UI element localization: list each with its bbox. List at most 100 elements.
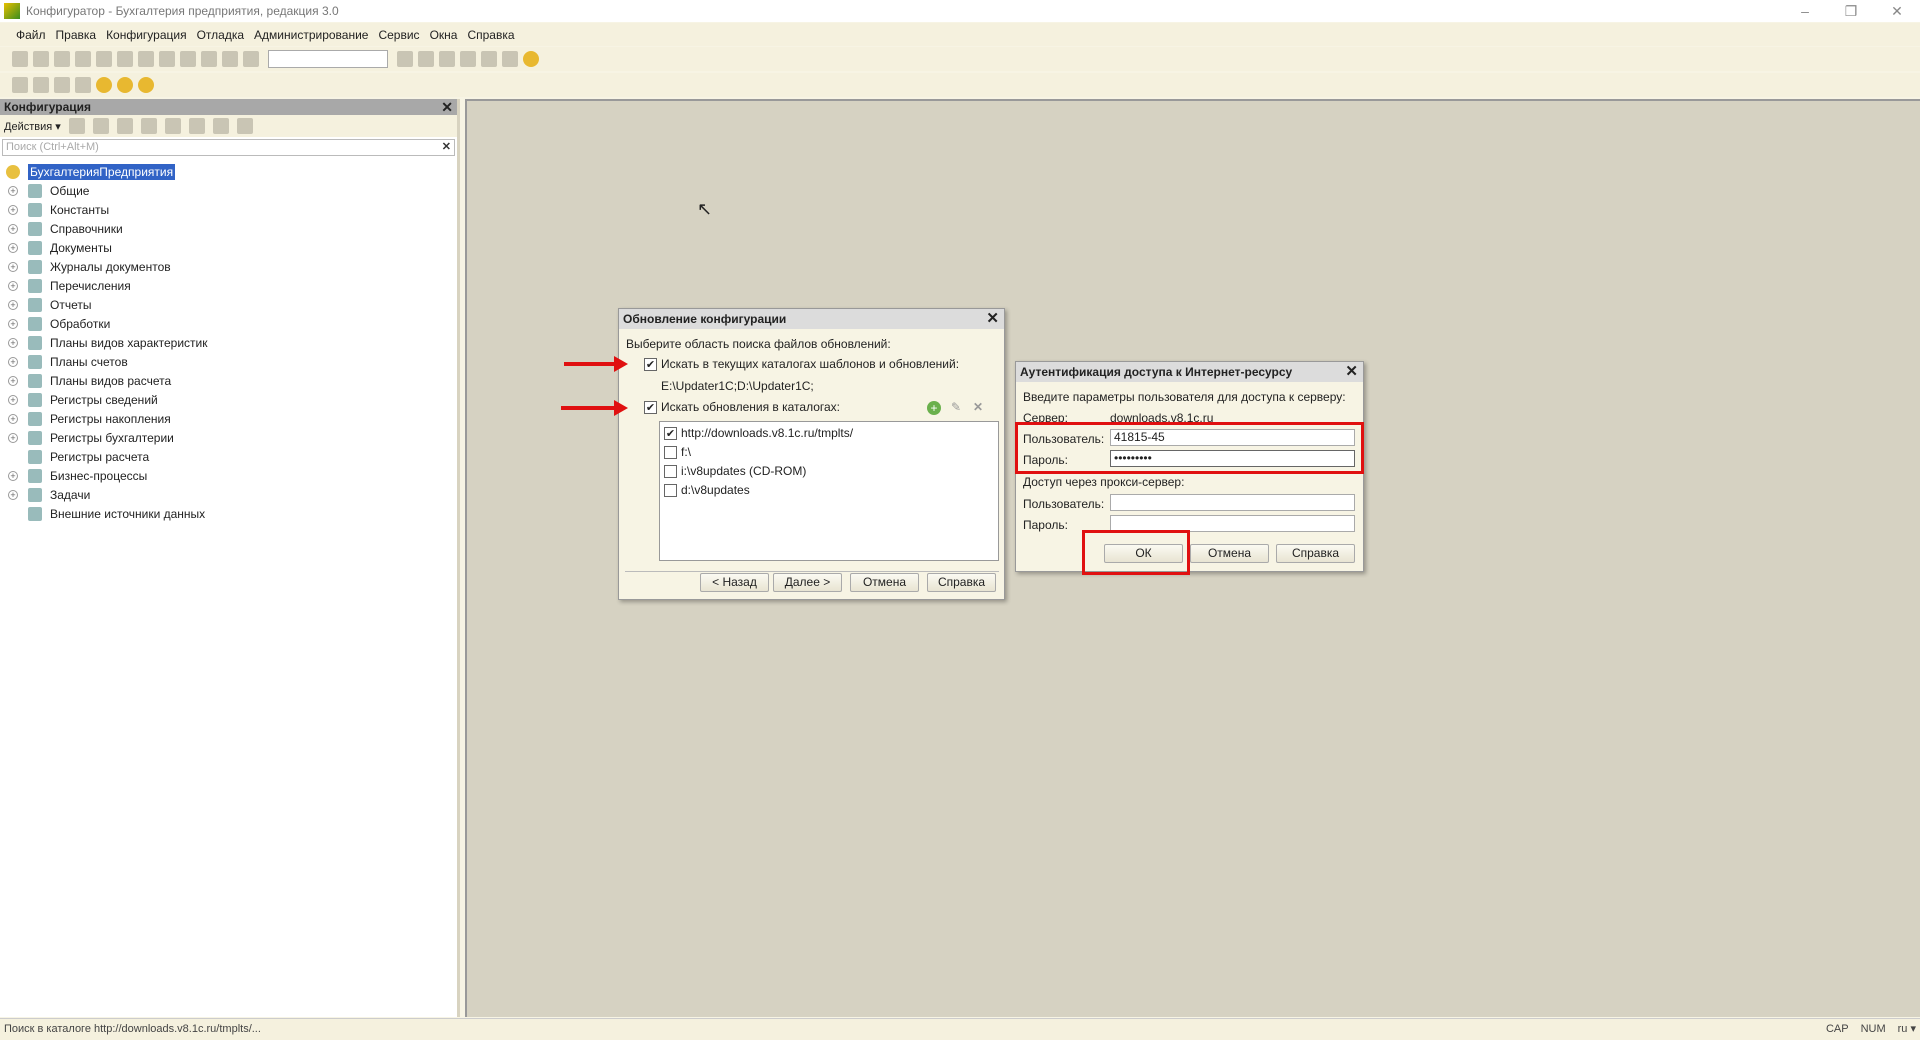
run-enterprise-icon[interactable] bbox=[117, 77, 133, 93]
paste-icon[interactable] bbox=[117, 51, 133, 67]
expand-icon[interactable] bbox=[8, 509, 18, 519]
find-icon[interactable] bbox=[222, 51, 238, 67]
windows-icon[interactable] bbox=[439, 51, 455, 67]
run-debug-icon[interactable] bbox=[96, 77, 112, 93]
preview-icon[interactable] bbox=[159, 51, 175, 67]
language-indicator[interactable]: ru ▾ bbox=[1898, 1019, 1916, 1039]
config-icon[interactable] bbox=[12, 77, 28, 93]
sort-icon[interactable] bbox=[212, 118, 229, 134]
restore-button[interactable]: ❐ bbox=[1828, 0, 1874, 22]
edit-icon[interactable] bbox=[92, 118, 109, 134]
expand-icon[interactable]: + bbox=[8, 204, 18, 215]
tree-item[interactable]: + Документы bbox=[0, 238, 457, 257]
tree-item[interactable]: + Журналы документов bbox=[0, 257, 457, 276]
catalog-item[interactable]: i:\v8updates (CD-ROM) bbox=[664, 464, 998, 483]
redo-icon[interactable] bbox=[201, 51, 217, 67]
tree-item[interactable]: + Регистры сведений bbox=[0, 390, 457, 409]
proxy-user-field[interactable] bbox=[1110, 494, 1355, 511]
minimize-button[interactable]: – bbox=[1782, 0, 1828, 22]
expand-icon[interactable]: + bbox=[8, 299, 18, 310]
tree-item[interactable]: + Регистры накопления bbox=[0, 409, 457, 428]
tree-item[interactable]: + Обработки bbox=[0, 314, 457, 333]
undo-icon[interactable] bbox=[180, 51, 196, 67]
menu-debug[interactable]: Отладка bbox=[197, 28, 244, 42]
expand-icon[interactable] bbox=[8, 452, 18, 462]
menu-help[interactable]: Справка bbox=[467, 28, 514, 42]
option-current-catalogs[interactable]: ✔ Искать в текущих каталогах шаблонов и о… bbox=[644, 357, 959, 372]
tree-item[interactable]: + Общие bbox=[0, 181, 457, 200]
expand-icon[interactable]: + bbox=[8, 356, 18, 367]
add-icon[interactable] bbox=[68, 118, 85, 134]
cancel-button[interactable]: Отмена bbox=[850, 573, 919, 592]
actions-menu[interactable]: Действия ▾ bbox=[4, 120, 61, 133]
run-config-icon[interactable] bbox=[138, 77, 154, 93]
move-down-icon[interactable] bbox=[188, 118, 205, 134]
dialog-close-button[interactable]: ✕ bbox=[986, 309, 999, 329]
filter-icon[interactable] bbox=[236, 118, 253, 134]
copy-icon[interactable] bbox=[96, 51, 112, 67]
syntax-help-icon[interactable] bbox=[481, 51, 497, 67]
edit-catalog-icon[interactable]: ✎ bbox=[951, 400, 961, 414]
toolbar-search-input[interactable] bbox=[268, 50, 388, 68]
checkbox[interactable]: ✔ bbox=[644, 358, 657, 372]
checkbox[interactable]: ✔ bbox=[644, 401, 657, 415]
help-button[interactable]: Справка bbox=[927, 573, 996, 592]
info-icon[interactable] bbox=[523, 51, 539, 67]
menu-edit[interactable]: Правка bbox=[56, 28, 97, 42]
cancel-button[interactable]: Отмена bbox=[1190, 544, 1269, 563]
tree-item[interactable]: + Задачи bbox=[0, 485, 457, 504]
menu-administration[interactable]: Администрирование bbox=[254, 28, 368, 42]
checkbox[interactable]: ✔ bbox=[664, 427, 677, 441]
expand-icon[interactable]: + bbox=[8, 337, 18, 348]
expand-icon[interactable]: + bbox=[8, 261, 18, 272]
save-icon[interactable] bbox=[54, 51, 70, 67]
catalog-item[interactable]: ✔ http://downloads.v8.1c.ru/tmplts/ bbox=[664, 426, 998, 445]
expand-icon[interactable]: + bbox=[8, 185, 18, 196]
tree-item[interactable]: + Планы видов расчета bbox=[0, 371, 457, 390]
checkbox[interactable] bbox=[664, 446, 677, 460]
clear-search-button[interactable]: ✕ bbox=[442, 140, 451, 155]
menu-windows[interactable]: Окна bbox=[430, 28, 458, 42]
expand-icon[interactable]: + bbox=[8, 489, 18, 500]
delete-catalog-icon[interactable]: ✕ bbox=[973, 400, 983, 414]
expand-icon[interactable]: + bbox=[8, 280, 18, 291]
find-next-icon[interactable] bbox=[397, 51, 413, 67]
copy-item-icon[interactable] bbox=[116, 118, 133, 134]
tree-item[interactable]: + Константы bbox=[0, 200, 457, 219]
expand-icon[interactable]: + bbox=[8, 223, 18, 234]
tree-item[interactable]: + Планы счетов bbox=[0, 352, 457, 371]
add-catalog-icon[interactable]: + bbox=[927, 401, 941, 415]
tree-item[interactable]: Внешние источники данных bbox=[0, 504, 457, 523]
menu-file[interactable]: Файл bbox=[16, 28, 46, 42]
back-button[interactable]: < Назад bbox=[700, 573, 769, 592]
menu-configuration[interactable]: Конфигурация bbox=[106, 28, 187, 42]
expand-icon[interactable]: + bbox=[8, 470, 18, 481]
new-icon[interactable] bbox=[12, 51, 28, 67]
tree-item[interactable]: + Справочники bbox=[0, 219, 457, 238]
database-icon[interactable] bbox=[54, 77, 70, 93]
search-icon[interactable] bbox=[243, 51, 259, 67]
expand-icon[interactable]: + bbox=[8, 394, 18, 405]
wizard-icon[interactable] bbox=[460, 51, 476, 67]
expand-icon[interactable]: + bbox=[8, 413, 18, 424]
next-button[interactable]: Далее > bbox=[773, 573, 842, 592]
window-icon[interactable] bbox=[75, 77, 91, 93]
find-prev-icon[interactable] bbox=[418, 51, 434, 67]
tree-item[interactable]: + Перечисления bbox=[0, 276, 457, 295]
tree-root[interactable]: БухгалтерияПредприятия bbox=[0, 162, 457, 181]
dialog-close-button[interactable]: ✕ bbox=[1345, 362, 1358, 382]
print-icon[interactable] bbox=[138, 51, 154, 67]
checkbox[interactable] bbox=[664, 484, 677, 498]
expand-icon[interactable]: + bbox=[8, 375, 18, 386]
panel-close-button[interactable]: ✕ bbox=[441, 99, 453, 115]
document-icon[interactable] bbox=[502, 51, 518, 67]
help-button[interactable]: Справка bbox=[1276, 544, 1355, 563]
tree-item[interactable]: + Регистры бухгалтерии bbox=[0, 428, 457, 447]
tree-item[interactable]: + Бизнес-процессы bbox=[0, 466, 457, 485]
move-up-icon[interactable] bbox=[164, 118, 181, 134]
checkbox[interactable] bbox=[664, 465, 677, 479]
close-window-button[interactable]: ✕ bbox=[1874, 0, 1920, 22]
open-icon[interactable] bbox=[33, 51, 49, 67]
tree-search-input[interactable]: Поиск (Ctrl+Alt+M) ✕ bbox=[2, 139, 455, 156]
catalog-item[interactable]: f:\ bbox=[664, 445, 998, 464]
